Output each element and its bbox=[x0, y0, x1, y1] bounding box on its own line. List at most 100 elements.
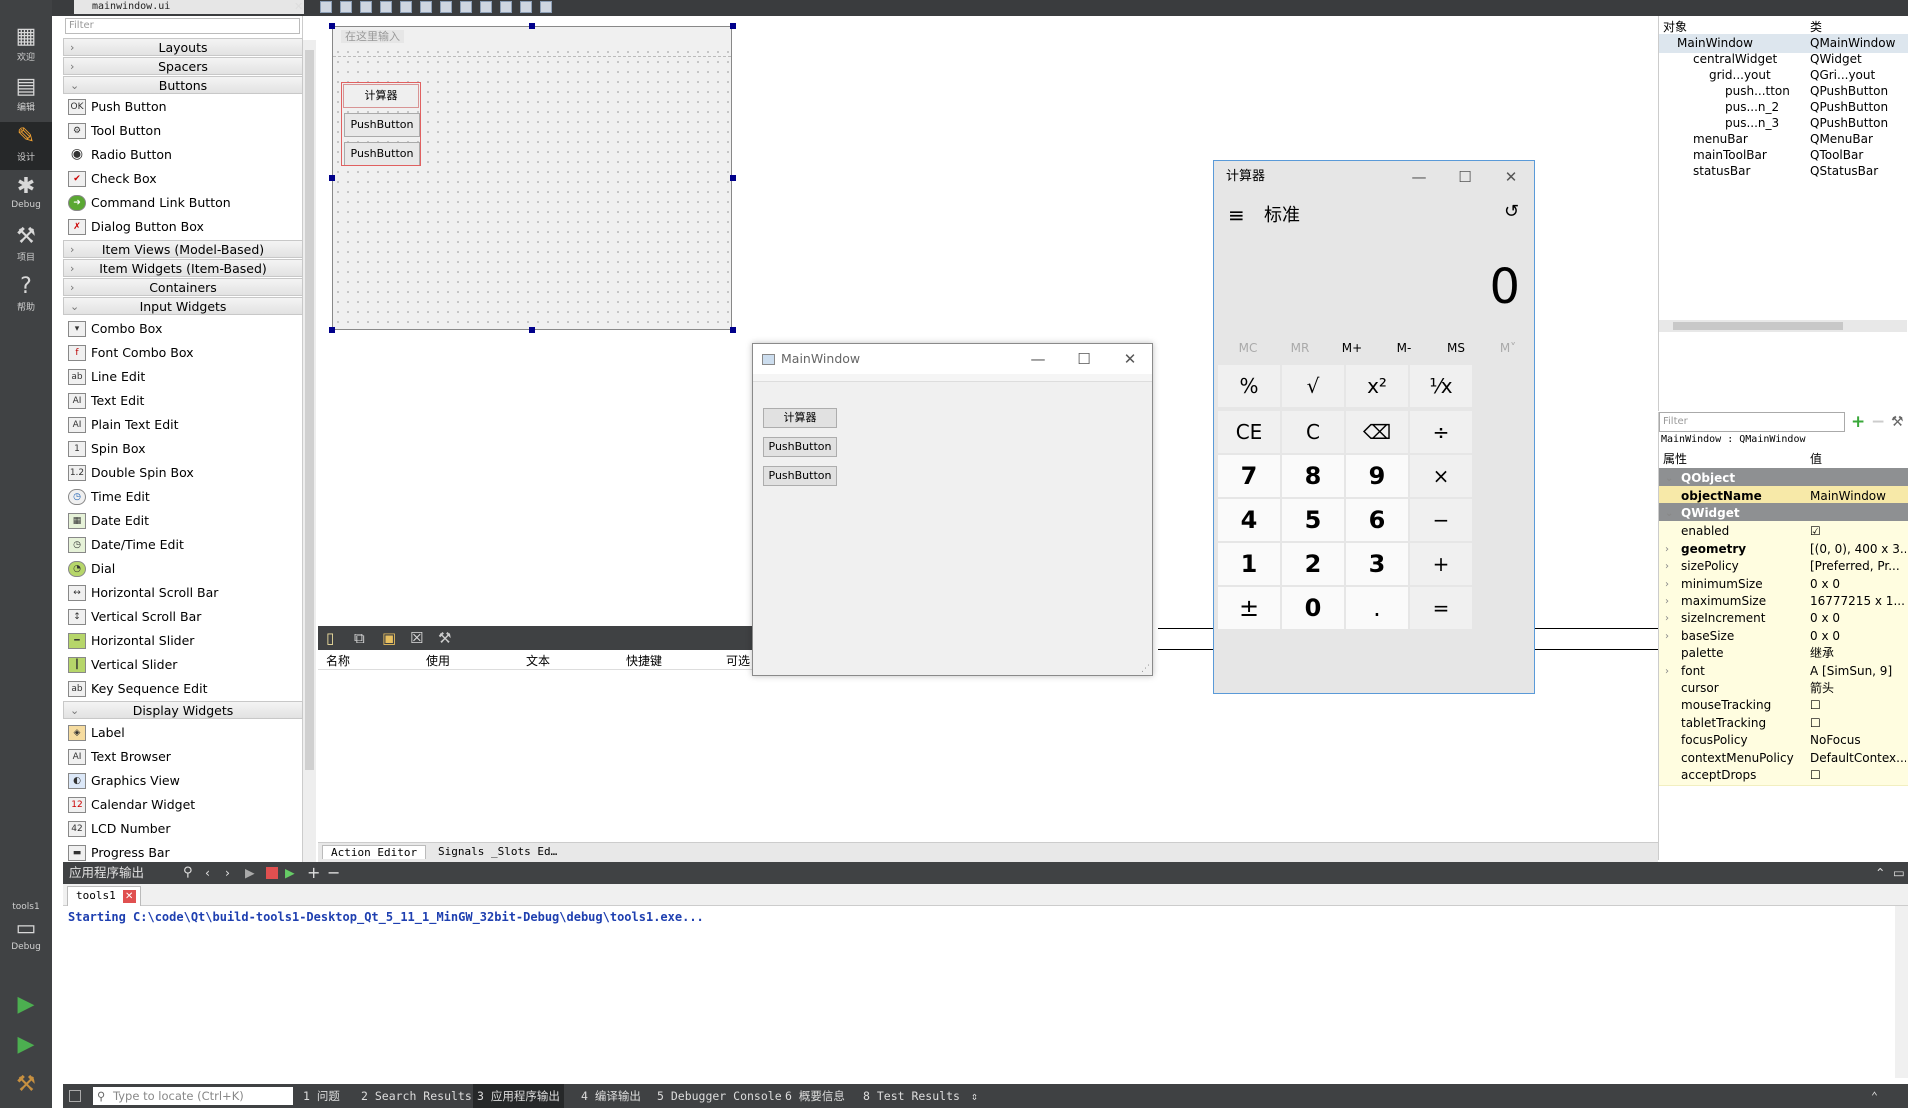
calc-key[interactable]: 3 bbox=[1346, 543, 1408, 585]
widget-dialog-button-box[interactable]: ✗ Dialog Button Box bbox=[67, 216, 303, 238]
debug-run-button[interactable]: ▶ bbox=[0, 1030, 52, 1060]
maximize-button[interactable]: ☐ bbox=[1442, 161, 1488, 191]
form-menubar[interactable]: 在这里输入 bbox=[333, 28, 730, 46]
widget-command-link-button[interactable]: ➜ Command Link Button bbox=[67, 192, 303, 214]
memory-button[interactable]: M+ bbox=[1326, 341, 1378, 355]
calc-key[interactable]: 2 bbox=[1282, 543, 1344, 585]
tab-test-results[interactable]: 8 Test Results bbox=[863, 1084, 960, 1108]
category-spacers[interactable]: › Spacers bbox=[63, 57, 303, 75]
zoom-out-icon[interactable]: − bbox=[327, 862, 340, 884]
remove-property-icon[interactable]: − bbox=[1871, 412, 1885, 432]
calc-key[interactable]: 9 bbox=[1346, 455, 1408, 497]
object-tree-row[interactable]: statusBar QStatusBar bbox=[1659, 162, 1908, 181]
calc-launch-button[interactable]: 计算器 bbox=[763, 408, 837, 428]
kit-selector[interactable]: tools1 ▭ Debug bbox=[0, 900, 52, 966]
run-button[interactable]: ▶ bbox=[0, 990, 52, 1020]
close-tab-icon[interactable]: ✕ bbox=[122, 890, 136, 903]
size-grip[interactable]: ⋰ bbox=[1141, 664, 1150, 674]
close-file-icon[interactable]: ✕ bbox=[294, 0, 303, 13]
maximize-button[interactable]: ☐ bbox=[1061, 344, 1107, 374]
widget-lcd-number[interactable]: 42 LCD Number bbox=[67, 818, 303, 840]
calc-key[interactable]: C bbox=[1282, 411, 1344, 453]
tab-app-output[interactable]: 3 应用程序输出 bbox=[473, 1084, 564, 1108]
calc-key[interactable]: ± bbox=[1218, 587, 1280, 629]
calc-key[interactable]: = bbox=[1410, 587, 1472, 629]
resize-handle[interactable] bbox=[329, 327, 335, 333]
widget-push-button[interactable]: OK Push Button bbox=[67, 96, 303, 118]
calc-key[interactable]: ÷ bbox=[1410, 411, 1472, 453]
widget-vertical-slider[interactable]: ┃ Vertical Slider bbox=[67, 654, 303, 676]
category-display-widgets[interactable]: ⌄ Display Widgets bbox=[63, 701, 303, 719]
column-property[interactable]: 属性 bbox=[1663, 450, 1687, 467]
calc-key[interactable]: 0 bbox=[1282, 587, 1344, 629]
column-shortcut[interactable]: 快捷键 bbox=[626, 652, 662, 669]
widget-horizontal-scroll-bar[interactable]: ↔ Horizontal Scroll Bar bbox=[67, 582, 303, 604]
widget-font-combo-box[interactable]: f Font Combo Box bbox=[67, 342, 303, 364]
prev-icon[interactable]: ‹ bbox=[205, 862, 210, 884]
calculator-titlebar[interactable]: 计算器 — ☐ ✕ bbox=[1214, 161, 1534, 193]
calc-key[interactable]: 6 bbox=[1346, 499, 1408, 541]
widget-tool-button[interactable]: ⚙ Tool Button bbox=[67, 120, 303, 142]
add-property-icon[interactable]: + bbox=[1851, 412, 1865, 432]
output-text-area[interactable]: Starting C:\code\Qt\build-tools1-Desktop… bbox=[63, 906, 1893, 1078]
calc-key[interactable]: ¹⁄x bbox=[1410, 365, 1472, 407]
widget-key-sequence-edit[interactable]: ab Key Sequence Edit bbox=[67, 678, 303, 700]
memory-button[interactable]: M˅ bbox=[1482, 341, 1534, 355]
output-tab-tools1[interactable]: tools1 ✕ bbox=[67, 886, 141, 906]
widget-vertical-scroll-bar[interactable]: ↕ Vertical Scroll Bar bbox=[67, 606, 303, 628]
layout-form-icon[interactable] bbox=[480, 1, 492, 13]
hamburger-menu-icon[interactable]: ≡ bbox=[1228, 203, 1245, 227]
resize-handle[interactable] bbox=[329, 23, 335, 29]
mode-debug[interactable]: ✱ Debug bbox=[0, 172, 52, 220]
push-button-3[interactable]: PushButton bbox=[763, 466, 837, 486]
widget-date-edit[interactable]: ▦ Date Edit bbox=[67, 510, 303, 532]
widget-check-box[interactable]: ✔ Check Box bbox=[67, 168, 303, 190]
calc-key[interactable]: 5 bbox=[1282, 499, 1344, 541]
calc-key[interactable]: 4 bbox=[1218, 499, 1280, 541]
widget-spin-box[interactable]: 1 Spin Box bbox=[67, 438, 303, 460]
tab-compile-output[interactable]: 4 编译输出 bbox=[581, 1084, 641, 1108]
object-hscroll-thumb[interactable] bbox=[1673, 322, 1843, 330]
mode-help[interactable]: ? 帮助 bbox=[0, 272, 52, 320]
calc-key[interactable]: % bbox=[1218, 365, 1280, 407]
widgetbox-filter[interactable]: Filter bbox=[65, 18, 300, 34]
widgetbox-scroll-thumb[interactable] bbox=[305, 50, 314, 770]
tab-issues[interactable]: 1 问题 bbox=[303, 1084, 340, 1108]
calc-key[interactable]: ⌫ bbox=[1346, 411, 1408, 453]
break-layout-icon[interactable] bbox=[520, 1, 532, 13]
edit-tab-order-icon[interactable] bbox=[380, 1, 392, 13]
layout-horizontal-icon[interactable] bbox=[400, 1, 412, 13]
build-button[interactable]: ⚒ bbox=[0, 1070, 52, 1100]
widget-text-browser[interactable]: AI Text Browser bbox=[67, 746, 303, 768]
output-scrollbar[interactable] bbox=[1895, 906, 1908, 1078]
widget-plain-text-edit[interactable]: AI Plain Text Edit bbox=[67, 414, 303, 436]
configure-icon[interactable]: ⚒ bbox=[438, 629, 451, 647]
edit-widgets-icon[interactable] bbox=[320, 1, 332, 13]
column-object[interactable]: 对象 bbox=[1663, 18, 1687, 35]
close-button[interactable]: ✕ bbox=[1488, 161, 1534, 191]
category-item-widgets[interactable]: › Item Widgets (Item-Based) bbox=[63, 259, 303, 277]
category-containers[interactable]: › Containers bbox=[63, 278, 303, 296]
tab-action-editor[interactable]: Action Editor bbox=[322, 845, 427, 859]
object-hscroll[interactable] bbox=[1659, 320, 1907, 332]
widget-graphics-view[interactable]: ◐ Graphics View bbox=[67, 770, 303, 792]
progress-toggle-icon[interactable]: ⌃ bbox=[1871, 1084, 1878, 1108]
memory-button[interactable]: MR bbox=[1274, 341, 1326, 355]
tab-debugger-console[interactable]: 5 Debugger Console bbox=[657, 1084, 782, 1108]
widget-line-edit[interactable]: ab Line Edit bbox=[67, 366, 303, 388]
column-text[interactable]: 文本 bbox=[526, 652, 550, 669]
widget-horizontal-slider[interactable]: ━ Horizontal Slider bbox=[67, 630, 303, 652]
stop-icon[interactable] bbox=[266, 867, 278, 879]
paste-action-icon[interactable]: ▣ bbox=[382, 629, 396, 647]
column-class[interactable]: 类 bbox=[1810, 18, 1822, 35]
calc-key[interactable]: 7 bbox=[1218, 455, 1280, 497]
resize-handle[interactable] bbox=[329, 175, 335, 181]
widget-dial[interactable]: ◔ Dial bbox=[67, 558, 303, 580]
minimize-button[interactable]: — bbox=[1396, 161, 1442, 191]
maximize-pane-icon[interactable]: ⌃ bbox=[1875, 862, 1885, 884]
category-layouts[interactable]: › Layouts bbox=[63, 38, 303, 56]
tab-summary[interactable]: 6 概要信息 bbox=[785, 1084, 845, 1108]
widget-time-edit[interactable]: ◷ Time Edit bbox=[67, 486, 303, 508]
tab-search-results[interactable]: 2 Search Results bbox=[361, 1084, 472, 1108]
attach-icon[interactable]: ⚲ bbox=[183, 862, 193, 884]
